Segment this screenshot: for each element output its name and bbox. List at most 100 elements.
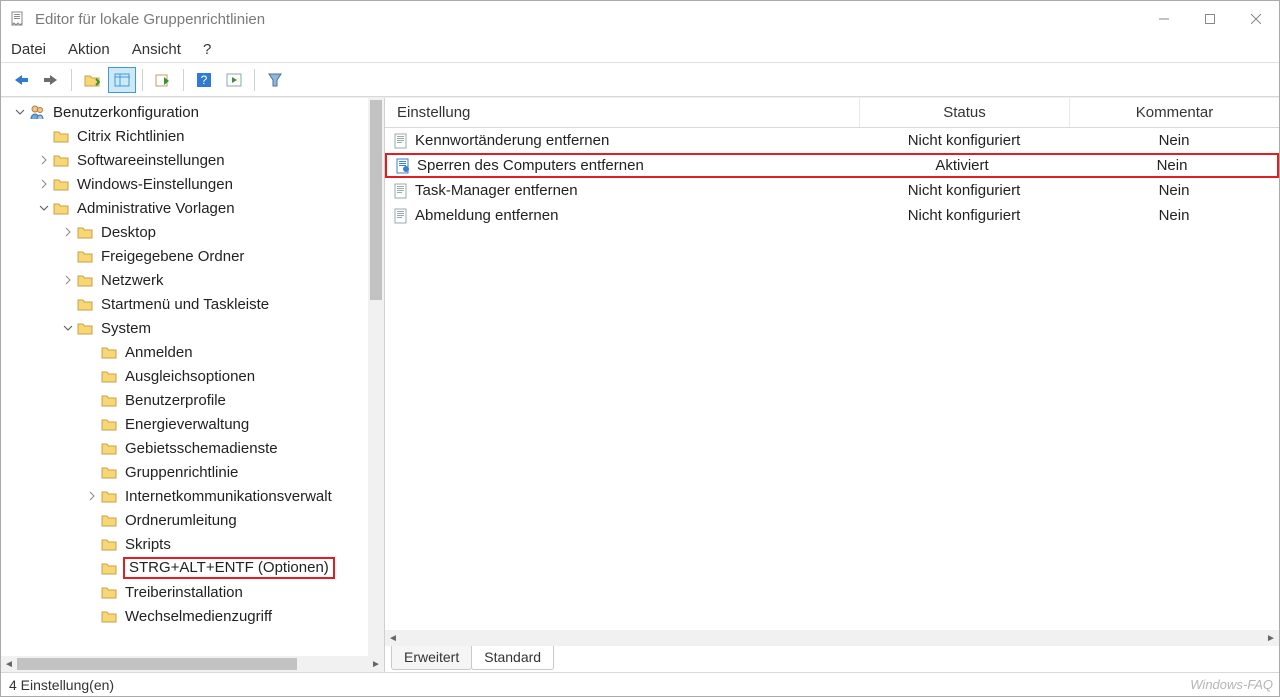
play-button[interactable]: [220, 67, 248, 93]
tree-item[interactable]: Windows-Einstellungen: [1, 172, 384, 196]
back-button[interactable]: [7, 67, 35, 93]
tree-item-label: Citrix Richtlinien: [75, 128, 187, 145]
policy-icon: [393, 133, 409, 149]
tree-item[interactable]: Citrix Richtlinien: [1, 124, 384, 148]
tree-item[interactable]: Freigegebene Ordner: [1, 244, 384, 268]
menu-help[interactable]: ?: [203, 41, 211, 58]
list-row[interactable]: Abmeldung entfernenNicht konfiguriertNei…: [385, 203, 1279, 228]
list-row[interactable]: Kennwortänderung entfernenNicht konfigur…: [385, 128, 1279, 153]
tab-standard[interactable]: Standard: [471, 646, 554, 670]
tree-item-label: Freigegebene Ordner: [99, 248, 246, 265]
tree-item[interactable]: Benutzerprofile: [1, 388, 384, 412]
scrollbar-thumb[interactable]: [370, 100, 382, 300]
folder-icon: [101, 368, 117, 384]
tab-extended[interactable]: Erweitert: [391, 646, 472, 670]
tree-item-label: Ordnerumleitung: [123, 512, 239, 529]
chevron-down-icon[interactable]: [13, 105, 27, 119]
details-header: Einstellung Status Kommentar: [385, 98, 1279, 128]
chevron-right-icon[interactable]: [37, 153, 51, 167]
chevron-right-icon[interactable]: [61, 273, 75, 287]
forward-button[interactable]: [37, 67, 65, 93]
menu-file[interactable]: Datei: [11, 41, 46, 58]
tree-item[interactable]: Administrative Vorlagen: [1, 196, 384, 220]
tree-item[interactable]: Softwareeinstellungen: [1, 148, 384, 172]
scroll-right-icon[interactable]: ►: [368, 656, 384, 672]
expander-placeholder: [61, 249, 75, 263]
setting-name: Kennwortänderung entfernen: [415, 132, 609, 149]
column-header-status[interactable]: Status: [859, 98, 1069, 127]
toolbar: ?: [1, 63, 1279, 97]
tree-item[interactable]: Energieverwaltung: [1, 412, 384, 436]
tree-item-label: Administrative Vorlagen: [75, 200, 237, 217]
chevron-right-icon[interactable]: [37, 177, 51, 191]
folder-icon: [77, 272, 93, 288]
tree-item[interactable]: Startmenü und Taskleiste: [1, 292, 384, 316]
expander-placeholder: [37, 129, 51, 143]
details-list[interactable]: Kennwortänderung entfernenNicht konfigur…: [385, 128, 1279, 630]
menu-action[interactable]: Aktion: [68, 41, 110, 58]
policy-icon: [393, 183, 409, 199]
tree-view[interactable]: Benutzerkonfiguration Citrix Richtlinien S…: [1, 98, 384, 656]
tree-item[interactable]: Ordnerumleitung: [1, 508, 384, 532]
tree-item-label: Benutzerkonfiguration: [51, 104, 201, 121]
tree-item[interactable]: Netzwerk: [1, 268, 384, 292]
folder-icon: [101, 536, 117, 552]
expander-placeholder: [85, 393, 99, 407]
watermark: Windows-FAQ: [1190, 677, 1273, 692]
tree-vertical-scrollbar[interactable]: [368, 98, 384, 656]
tree-item[interactable]: Skripts: [1, 532, 384, 556]
tree-item[interactable]: Gruppenrichtlinie: [1, 460, 384, 484]
app-window: Editor für lokale Gruppenrichtlinien Dat…: [0, 0, 1280, 697]
menu-view[interactable]: Ansicht: [132, 41, 181, 58]
column-header-comment[interactable]: Kommentar: [1069, 98, 1279, 127]
tree-item[interactable]: Anmelden: [1, 340, 384, 364]
tree-item-label: Benutzerprofile: [123, 392, 228, 409]
setting-comment: Nein: [1069, 207, 1279, 224]
close-button[interactable]: [1233, 1, 1279, 37]
column-header-setting[interactable]: Einstellung: [385, 98, 859, 127]
setting-comment: Nein: [1069, 132, 1279, 149]
expander-placeholder: [85, 417, 99, 431]
svg-text:?: ?: [201, 73, 208, 87]
status-count: 4 Einstellung(en): [9, 677, 114, 693]
tree-horizontal-scrollbar[interactable]: ◄ ►: [1, 656, 384, 672]
tree-item[interactable]: Internetkommunikationsverwalt: [1, 484, 384, 508]
scrollbar-thumb[interactable]: [17, 658, 297, 670]
list-row[interactable]: Task-Manager entfernenNicht konfiguriert…: [385, 178, 1279, 203]
chevron-down-icon[interactable]: [61, 321, 75, 335]
filter-button[interactable]: [261, 67, 289, 93]
folder-icon: [77, 248, 93, 264]
chevron-down-icon[interactable]: [37, 201, 51, 215]
folder-icon: [77, 296, 93, 312]
details-panel: Einstellung Status Kommentar Kennwortänd…: [385, 98, 1279, 672]
minimize-button[interactable]: [1141, 1, 1187, 37]
chevron-right-icon[interactable]: [61, 225, 75, 239]
export-button[interactable]: [149, 67, 177, 93]
folder-button[interactable]: [78, 67, 106, 93]
scroll-left-icon[interactable]: ◄: [385, 630, 401, 646]
tree-item-label: Ausgleichsoptionen: [123, 368, 257, 385]
tree-view-button[interactable]: [108, 67, 136, 93]
list-row[interactable]: Sperren des Computers entfernenAktiviert…: [385, 153, 1279, 178]
folder-icon: [101, 440, 117, 456]
tree-item[interactable]: Wechselmedienzugriff: [1, 604, 384, 628]
tree-item[interactable]: Benutzerkonfiguration: [1, 100, 384, 124]
tree-item[interactable]: Treiberinstallation: [1, 580, 384, 604]
help-button[interactable]: ?: [190, 67, 218, 93]
details-horizontal-scrollbar[interactable]: ◄ ►: [385, 630, 1279, 646]
setting-comment: Nein: [1069, 182, 1279, 199]
tree-item[interactable]: Gebietsschemadienste: [1, 436, 384, 460]
setting-name: Task-Manager entfernen: [415, 182, 578, 199]
scroll-left-icon[interactable]: ◄: [1, 656, 17, 672]
setting-status: Aktiviert: [857, 157, 1067, 174]
tree-item[interactable]: STRG+ALT+ENTF (Optionen): [1, 556, 384, 580]
tree-item-label: System: [99, 320, 153, 337]
scroll-right-icon[interactable]: ►: [1263, 630, 1279, 646]
chevron-right-icon[interactable]: [85, 489, 99, 503]
tree-item[interactable]: Ausgleichsoptionen: [1, 364, 384, 388]
tree-item[interactable]: System: [1, 316, 384, 340]
expander-placeholder: [85, 585, 99, 599]
tree-item[interactable]: Desktop: [1, 220, 384, 244]
maximize-button[interactable]: [1187, 1, 1233, 37]
tree-item-label: STRG+ALT+ENTF (Optionen): [123, 557, 335, 579]
